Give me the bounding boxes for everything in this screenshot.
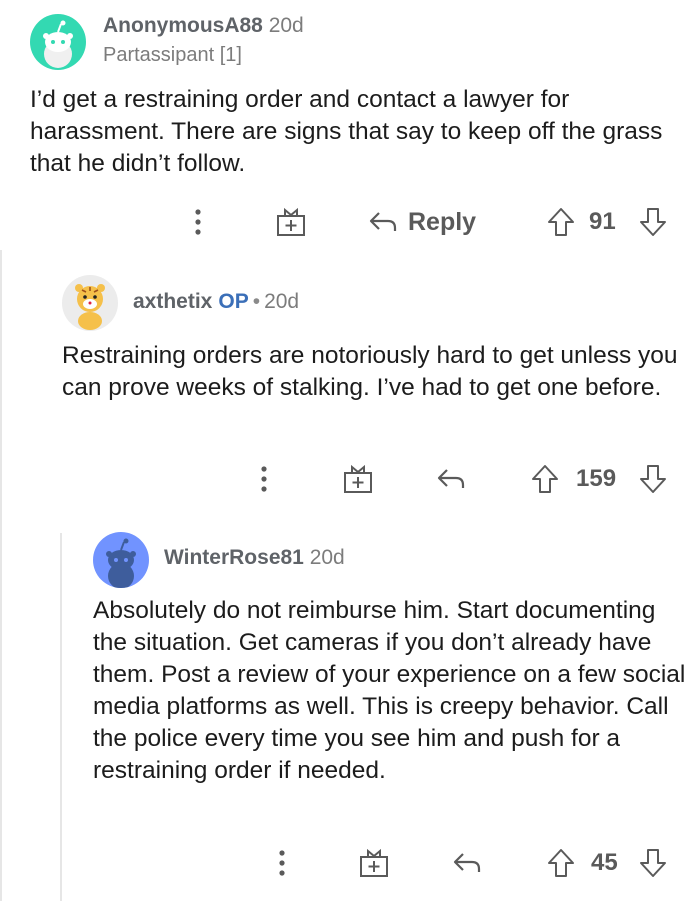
reply-button[interactable] [452, 843, 482, 883]
award-button[interactable] [358, 843, 390, 883]
tiger-avatar-icon [75, 284, 105, 330]
username[interactable]: WinterRose81 [164, 546, 304, 569]
more-icon [279, 850, 285, 876]
separator: • [252, 290, 261, 313]
more-icon [195, 209, 201, 235]
downvote-button[interactable] [638, 843, 668, 883]
upvote-button[interactable] [546, 843, 576, 883]
upvote-button[interactable] [546, 202, 576, 242]
downvote-button[interactable] [638, 202, 668, 242]
reply-icon [453, 853, 481, 872]
comment-age[interactable]: 20d [269, 14, 304, 37]
reply-button[interactable] [436, 459, 466, 499]
award-icon [360, 848, 388, 877]
avatar[interactable] [93, 532, 149, 588]
avatar[interactable] [30, 14, 86, 70]
user-flair: Partassipant [1] [103, 44, 242, 66]
comment-age[interactable]: 20d [310, 546, 345, 569]
upvote-icon [548, 208, 574, 236]
more-button[interactable] [272, 843, 292, 883]
upvote-icon [532, 465, 558, 493]
comment-body: I’d get a restraining order and contact … [30, 86, 663, 177]
snoo-avatar-icon [43, 20, 73, 68]
comment-actions: 45 [0, 843, 700, 883]
score: 45 [591, 849, 618, 876]
upvote-icon [548, 849, 574, 877]
vote-score: 159 [576, 459, 616, 499]
username[interactable]: AnonymousA88 [103, 14, 263, 37]
comment-age[interactable]: 20d [264, 290, 299, 313]
comment-actions: Reply 91 [0, 202, 700, 242]
reply-icon [437, 469, 465, 488]
comment-body: Restraining orders are notoriously hard … [62, 342, 678, 401]
downvote-icon [640, 465, 666, 493]
comment-meta: WinterRose81 20d [164, 546, 345, 570]
downvote-icon [640, 849, 666, 877]
upvote-button[interactable] [530, 459, 560, 499]
reply-icon [369, 212, 397, 231]
downvote-button[interactable] [638, 459, 668, 499]
more-button[interactable] [254, 459, 274, 499]
vote-score: 45 [591, 843, 618, 883]
score: 159 [576, 465, 617, 492]
thread-line-level-1[interactable] [0, 250, 2, 901]
award-button[interactable] [342, 459, 374, 499]
award-icon [277, 207, 305, 236]
more-icon [261, 466, 267, 492]
vote-score: 91 [589, 202, 616, 242]
reply-label: Reply [408, 207, 477, 236]
award-icon [344, 464, 372, 493]
downvote-icon [640, 208, 666, 236]
comment-meta: AnonymousA88 20d [103, 14, 304, 38]
snoo-avatar-icon [106, 538, 136, 588]
more-button[interactable] [188, 202, 208, 242]
reply-button[interactable]: Reply [368, 202, 476, 242]
comment-meta: axthetix OP • 20d [133, 290, 299, 314]
avatar[interactable] [62, 275, 118, 331]
award-button[interactable] [275, 202, 307, 242]
score: 91 [589, 208, 616, 235]
username[interactable]: axthetix [133, 290, 212, 313]
comment-actions: 159 [0, 459, 700, 499]
op-badge: OP [218, 290, 249, 313]
comment-body: Absolutely do not reimburse him. Start d… [93, 597, 686, 784]
